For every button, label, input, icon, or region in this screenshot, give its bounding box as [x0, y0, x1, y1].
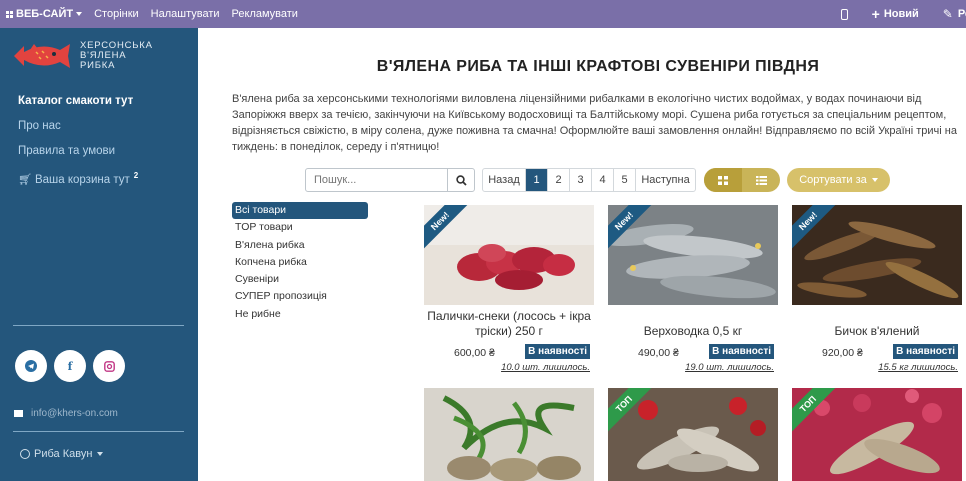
user-icon	[20, 449, 30, 459]
product-name[interactable]: Палички-снеки (лосось + ікра тріски) 250…	[424, 309, 594, 339]
product-card[interactable]	[424, 388, 594, 481]
category-item[interactable]: Копчена рибка	[232, 254, 368, 271]
instagram-button[interactable]	[93, 350, 125, 382]
instagram-icon	[103, 360, 115, 372]
telegram-button[interactable]	[15, 350, 47, 382]
intro-text: В'ялена риба за херсонськими технологіям…	[232, 93, 957, 153]
caret-down-icon	[76, 12, 83, 16]
product-name[interactable]: Верховодка 0,5 кг	[608, 324, 778, 339]
product-image[interactable]: New!	[608, 205, 778, 305]
menu-customize[interactable]: Налаштувати	[151, 8, 220, 20]
product-card[interactable]: ТОП	[792, 388, 962, 481]
website-menu-label: ВЕБ-САЙТ	[16, 8, 74, 20]
sort-label: Сортувати за	[799, 174, 867, 186]
sort-dropdown[interactable]: Сортувати за	[787, 168, 890, 192]
plus-icon: +	[871, 6, 880, 22]
menu-pages[interactable]: Сторінки	[94, 8, 139, 20]
product-image[interactable]: New!	[424, 205, 594, 305]
category-item[interactable]: Не рибне	[232, 306, 368, 323]
grid-view-button[interactable]	[704, 168, 742, 192]
stock-badge: В наявності	[893, 344, 958, 359]
stock-left: 19.0 шт. лишилось.	[685, 362, 774, 373]
email-text: info@khers-on.com	[31, 408, 118, 419]
nav-catalog[interactable]: Каталог смакоти тут	[18, 94, 138, 119]
search-icon	[455, 174, 467, 186]
category-item[interactable]: Всі товари	[232, 202, 368, 220]
telegram-icon	[25, 360, 37, 372]
envelope-icon	[14, 410, 23, 417]
stock-left: 15.5 кг лишилось.	[878, 362, 958, 373]
stock-badge: В наявності	[525, 344, 590, 359]
cart-count: 2	[133, 171, 139, 180]
product-price: 600,00 ₴	[454, 347, 495, 359]
nav-cart[interactable]: 🛒︎ Ваша корзина тут 2	[18, 169, 138, 194]
main-content: В'ЯЛЕНА РИБА ТА ІНШІ КРАФТОВІ СУВЕНІРИ П…	[198, 28, 966, 481]
new-button-label: Новий	[883, 8, 919, 20]
stock-left: 10.0 шт. лишилось.	[501, 362, 590, 373]
product-image[interactable]: New!	[792, 205, 962, 305]
search-box	[305, 168, 475, 192]
website-menu[interactable]: ВЕБ-САЙТ	[6, 8, 83, 20]
pager-page-5[interactable]: 5	[613, 169, 635, 191]
logo-text: ХЕРСОНСЬКА В'ЯЛЕНА РИБКА	[80, 40, 153, 71]
user-menu[interactable]: Риба Кавун	[20, 448, 104, 460]
view-toggle	[704, 168, 780, 192]
pager-page-3[interactable]: 3	[569, 169, 591, 191]
menu-promote[interactable]: Рекламувати	[232, 8, 298, 20]
product-image[interactable]: ТОП	[792, 388, 962, 481]
nav-terms[interactable]: Правила та умови	[18, 144, 138, 169]
admin-topbar: ВЕБ-САЙТ Сторінки Налаштувати Рекламуват…	[0, 0, 966, 28]
nav-cart-label: Ваша корзина тут	[34, 173, 130, 186]
product-image[interactable]	[424, 388, 594, 481]
pager-prev[interactable]: Назад	[483, 169, 525, 191]
sidebar-divider	[13, 325, 184, 326]
pencil-icon: ✎	[942, 7, 953, 21]
mobile-preview-button[interactable]	[840, 8, 848, 20]
category-item[interactable]: В'ялена рибка	[232, 237, 368, 254]
page-title: В'ЯЛЕНА РИБА ТА ІНШІ КРАФТОВІ СУВЕНІРИ П…	[376, 58, 820, 75]
product-price: 920,00 ₴	[822, 347, 863, 359]
search-button[interactable]	[447, 169, 474, 191]
stock-badge: В наявності	[709, 344, 774, 359]
mobile-icon	[840, 8, 848, 20]
product-image[interactable]: ТОП	[608, 388, 778, 481]
product-card[interactable]: New! Верховодка 0,5 кг 490,00 ₴ В наявно…	[608, 205, 778, 375]
caret-down-icon	[97, 452, 104, 456]
list-view-button[interactable]	[742, 168, 780, 192]
grid-icon	[6, 10, 13, 18]
caret-down-icon	[871, 178, 878, 182]
pager-next[interactable]: Наступна	[635, 169, 695, 191]
sidebar: ХЕРСОНСЬКА В'ЯЛЕНА РИБКА Каталог смакоти…	[0, 28, 198, 481]
pagination: Назад 1 2 3 4 5 Наступна	[482, 168, 696, 192]
sidebar-nav: Каталог смакоти тут Про нас Правила та у…	[18, 94, 138, 194]
product-card[interactable]: New! Палички-снеки (лосось + ікра тріски…	[424, 205, 594, 375]
user-name: Риба Кавун	[34, 448, 93, 460]
category-item[interactable]: СУПЕР пропозиція	[232, 288, 368, 305]
pager-page-4[interactable]: 4	[591, 169, 613, 191]
list-view-icon	[755, 175, 767, 185]
product-price: 490,00 ₴	[638, 347, 679, 359]
grid-view-icon	[718, 175, 728, 185]
sidebar-divider-2	[13, 431, 184, 432]
cart-icon: 🛒︎	[18, 173, 32, 186]
category-list: Всі товари TOP товари В'ялена рибка Копч…	[232, 202, 368, 323]
email-contact[interactable]: info@khers-on.com	[14, 408, 118, 419]
social-links: f	[15, 350, 132, 382]
pager-page-1[interactable]: 1	[525, 169, 547, 191]
category-item[interactable]: Сувеніри	[232, 271, 368, 288]
product-card[interactable]: New! Бичок в'ялений 920,00 ₴ В наявності…	[792, 205, 962, 375]
site-logo[interactable]: ХЕРСОНСЬКА В'ЯЛЕНА РИБКА	[12, 40, 153, 72]
new-button[interactable]: + Новий	[872, 7, 919, 21]
category-item[interactable]: TOP товари	[232, 219, 368, 236]
edit-button-label: Ред	[957, 8, 966, 20]
fish-logo-icon	[14, 44, 70, 68]
facebook-icon: f	[67, 359, 73, 373]
search-input[interactable]	[306, 169, 447, 191]
edit-button[interactable]: ✎ Ред	[943, 7, 966, 21]
facebook-button[interactable]: f	[54, 350, 86, 382]
pager-page-2[interactable]: 2	[547, 169, 569, 191]
product-card[interactable]: ТОП	[608, 388, 778, 481]
product-name[interactable]: Бичок в'ялений	[792, 324, 962, 339]
nav-about[interactable]: Про нас	[18, 119, 138, 144]
